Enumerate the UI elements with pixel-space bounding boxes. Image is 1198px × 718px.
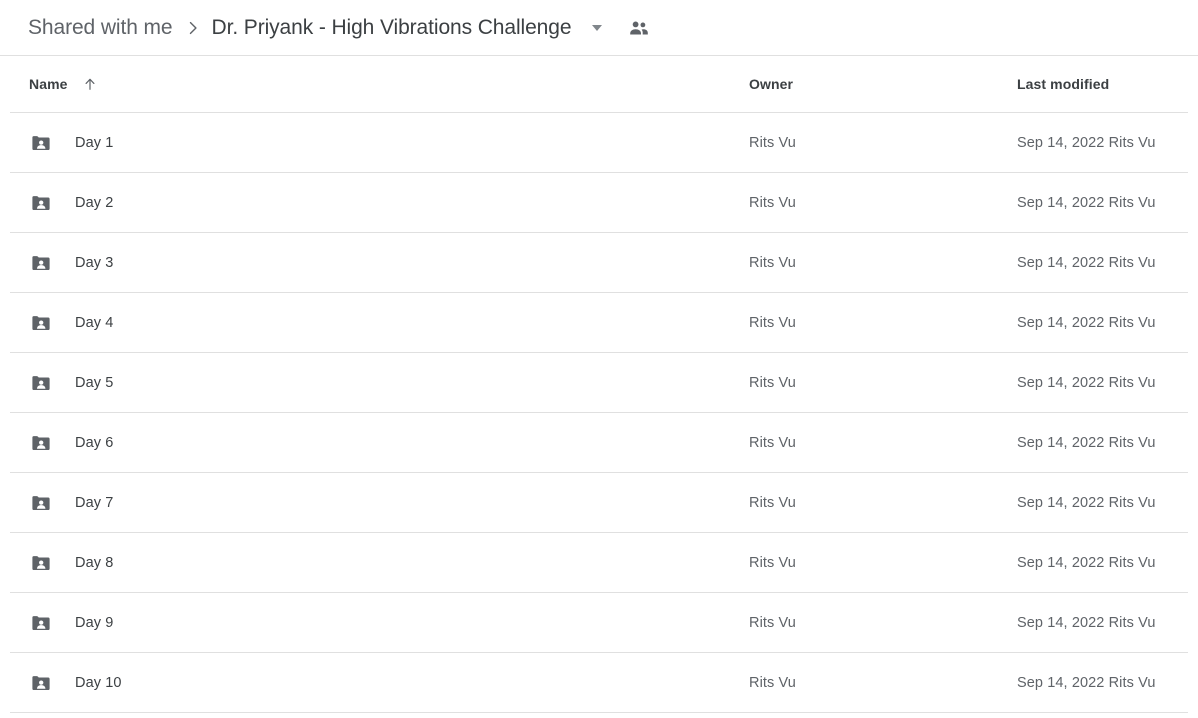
row-last-modified: Sep 14, 2022 Rits Vu: [1017, 374, 1156, 391]
column-header-name-label: Name: [29, 76, 68, 92]
row-owner: Rits Vu: [749, 434, 796, 451]
shared-folder-icon: [29, 551, 53, 575]
row-name-cell: Day 8: [10, 551, 113, 575]
row-name-label: Day 6: [75, 434, 114, 451]
breadcrumb-parent-link[interactable]: Shared with me: [28, 16, 173, 40]
column-header-name[interactable]: Name: [10, 72, 102, 96]
row-name-label: Day 2: [75, 194, 114, 211]
table-row[interactable]: Day 9 Rits Vu Sep 14, 2022 Rits Vu: [10, 593, 1188, 653]
file-list: Day 1 Rits Vu Sep 14, 2022 Rits Vu Day 2…: [10, 113, 1188, 713]
shared-folder-icon: [29, 371, 53, 395]
row-last-modified: Sep 14, 2022 Rits Vu: [1017, 254, 1156, 271]
shared-folder-icon: [29, 431, 53, 455]
column-headers: Name Owner Last modified: [10, 56, 1188, 113]
row-last-modified: Sep 14, 2022 Rits Vu: [1017, 554, 1156, 571]
row-name-label: Day 5: [75, 374, 114, 391]
row-name-cell: Day 9: [10, 611, 113, 635]
shared-folder-icon: [29, 191, 53, 215]
row-name-cell: Day 4: [10, 311, 113, 335]
row-owner: Rits Vu: [749, 194, 796, 211]
row-owner: Rits Vu: [749, 494, 796, 511]
row-owner: Rits Vu: [749, 614, 796, 631]
arrow-up-icon[interactable]: [78, 72, 102, 96]
row-last-modified: Sep 14, 2022 Rits Vu: [1017, 614, 1156, 631]
table-row[interactable]: Day 7 Rits Vu Sep 14, 2022 Rits Vu: [10, 473, 1188, 533]
drive-file-browser: Shared with me Dr. Priyank - High Vibrat…: [0, 0, 1198, 718]
table-row[interactable]: Day 6 Rits Vu Sep 14, 2022 Rits Vu: [10, 413, 1188, 473]
row-name-cell: Day 6: [10, 431, 113, 455]
table-row[interactable]: Day 2 Rits Vu Sep 14, 2022 Rits Vu: [10, 173, 1188, 233]
row-name-label: Day 4: [75, 314, 114, 331]
row-last-modified: Sep 14, 2022 Rits Vu: [1017, 134, 1156, 151]
row-last-modified: Sep 14, 2022 Rits Vu: [1017, 494, 1156, 511]
chevron-right-icon: [179, 14, 207, 42]
shared-folder-icon: [29, 311, 53, 335]
row-owner: Rits Vu: [749, 374, 796, 391]
table-row[interactable]: Day 4 Rits Vu Sep 14, 2022 Rits Vu: [10, 293, 1188, 353]
row-name-cell: Day 5: [10, 371, 113, 395]
row-name-cell: Day 10: [10, 671, 122, 695]
column-header-owner[interactable]: Owner: [749, 76, 793, 92]
people-icon[interactable]: [626, 15, 652, 41]
row-name-cell: Day 7: [10, 491, 113, 515]
breadcrumb: Shared with me Dr. Priyank - High Vibrat…: [0, 0, 1198, 56]
row-last-modified: Sep 14, 2022 Rits Vu: [1017, 674, 1156, 691]
table-row[interactable]: Day 5 Rits Vu Sep 14, 2022 Rits Vu: [10, 353, 1188, 413]
row-name-cell: Day 1: [10, 131, 113, 155]
row-name-label: Day 7: [75, 494, 114, 511]
row-owner: Rits Vu: [749, 674, 796, 691]
shared-folder-icon: [29, 131, 53, 155]
shared-folder-icon: [29, 671, 53, 695]
row-last-modified: Sep 14, 2022 Rits Vu: [1017, 194, 1156, 211]
shared-folder-icon: [29, 611, 53, 635]
row-name-label: Day 3: [75, 254, 114, 271]
row-name-cell: Day 2: [10, 191, 113, 215]
chevron-down-icon[interactable]: [585, 16, 609, 40]
row-last-modified: Sep 14, 2022 Rits Vu: [1017, 434, 1156, 451]
row-name-cell: Day 3: [10, 251, 113, 275]
table-row[interactable]: Day 8 Rits Vu Sep 14, 2022 Rits Vu: [10, 533, 1188, 593]
breadcrumb-current-folder[interactable]: Dr. Priyank - High Vibrations Challenge: [212, 16, 572, 40]
row-owner: Rits Vu: [749, 554, 796, 571]
table-row[interactable]: Day 10 Rits Vu Sep 14, 2022 Rits Vu: [10, 653, 1188, 713]
row-name-label: Day 1: [75, 134, 114, 151]
row-name-label: Day 8: [75, 554, 114, 571]
shared-folder-icon: [29, 251, 53, 275]
table-row[interactable]: Day 1 Rits Vu Sep 14, 2022 Rits Vu: [10, 113, 1188, 173]
row-owner: Rits Vu: [749, 254, 796, 271]
row-name-label: Day 10: [75, 674, 122, 691]
column-header-last-modified[interactable]: Last modified: [1017, 76, 1109, 92]
table-row[interactable]: Day 3 Rits Vu Sep 14, 2022 Rits Vu: [10, 233, 1188, 293]
row-owner: Rits Vu: [749, 314, 796, 331]
shared-folder-icon: [29, 491, 53, 515]
row-owner: Rits Vu: [749, 134, 796, 151]
row-last-modified: Sep 14, 2022 Rits Vu: [1017, 314, 1156, 331]
row-name-label: Day 9: [75, 614, 114, 631]
